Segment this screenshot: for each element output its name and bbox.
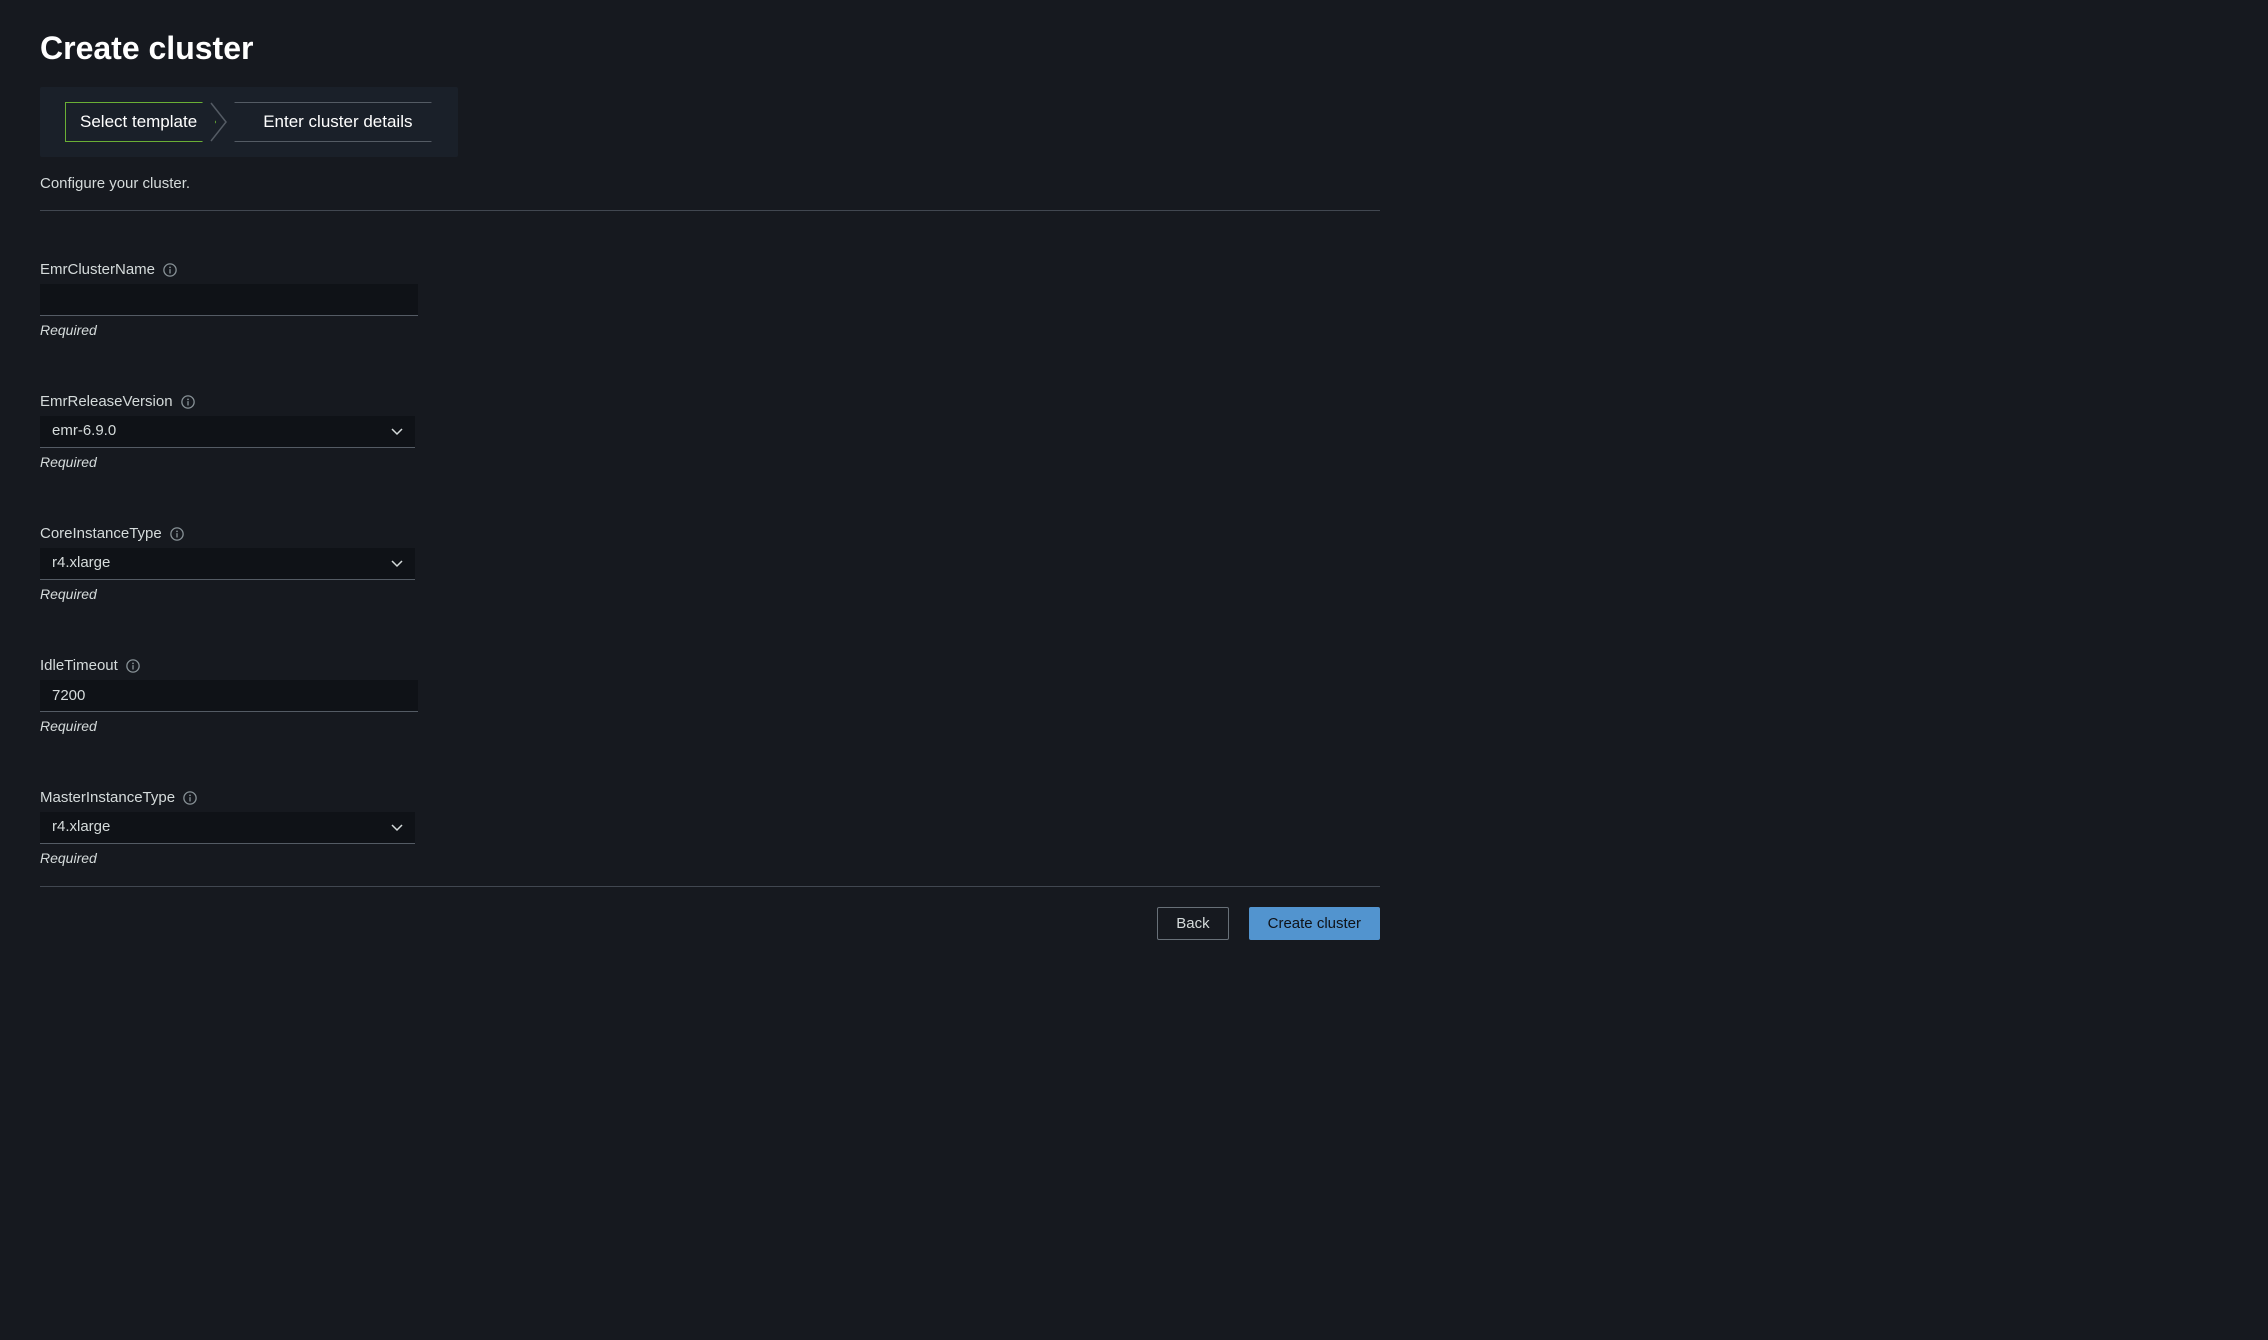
core-instance-helper: Required bbox=[40, 586, 1380, 602]
divider bbox=[40, 886, 1380, 887]
divider bbox=[40, 210, 1380, 211]
form-group-master-instance: MasterInstanceType r4.xlarge Required bbox=[40, 789, 1380, 866]
wizard-step-select-template[interactable]: Select template bbox=[65, 102, 216, 142]
form-group-cluster-name: EmrClusterName Required bbox=[40, 261, 1380, 338]
master-instance-label: MasterInstanceType bbox=[40, 789, 175, 806]
page-title: Create cluster bbox=[40, 30, 1380, 67]
release-version-select[interactable]: emr-6.9.0 bbox=[40, 416, 415, 448]
wizard-step-2-label: Enter cluster details bbox=[263, 112, 412, 132]
info-icon[interactable] bbox=[170, 527, 184, 541]
form-group-core-instance: CoreInstanceType r4.xlarge Required bbox=[40, 525, 1380, 602]
idle-timeout-helper: Required bbox=[40, 718, 1380, 734]
create-cluster-button[interactable]: Create cluster bbox=[1249, 907, 1380, 940]
idle-timeout-input[interactable] bbox=[40, 680, 418, 712]
core-instance-label: CoreInstanceType bbox=[40, 525, 162, 542]
release-version-label: EmrReleaseVersion bbox=[40, 393, 173, 410]
core-instance-select[interactable]: r4.xlarge bbox=[40, 548, 415, 580]
wizard-steps: Select template Enter cluster details bbox=[40, 87, 458, 157]
form-group-idle-timeout: IdleTimeout Required bbox=[40, 657, 1380, 734]
release-version-helper: Required bbox=[40, 454, 1380, 470]
wizard-step-enter-details[interactable]: Enter cluster details bbox=[234, 102, 433, 142]
master-instance-helper: Required bbox=[40, 850, 1380, 866]
info-icon[interactable] bbox=[163, 263, 177, 277]
master-instance-select[interactable]: r4.xlarge bbox=[40, 812, 415, 844]
cluster-name-helper: Required bbox=[40, 322, 1380, 338]
back-button[interactable]: Back bbox=[1157, 907, 1228, 940]
footer-actions: Back Create cluster bbox=[40, 907, 1380, 940]
page-subtitle: Configure your cluster. bbox=[40, 175, 1380, 192]
info-icon[interactable] bbox=[183, 791, 197, 805]
chevron-right-icon bbox=[210, 102, 228, 142]
info-icon[interactable] bbox=[181, 395, 195, 409]
info-icon[interactable] bbox=[126, 659, 140, 673]
idle-timeout-label: IdleTimeout bbox=[40, 657, 118, 674]
cluster-name-input[interactable] bbox=[40, 284, 418, 316]
form-group-release-version: EmrReleaseVersion emr-6.9.0 Required bbox=[40, 393, 1380, 470]
cluster-name-label: EmrClusterName bbox=[40, 261, 155, 278]
wizard-step-1-label: Select template bbox=[80, 112, 197, 132]
